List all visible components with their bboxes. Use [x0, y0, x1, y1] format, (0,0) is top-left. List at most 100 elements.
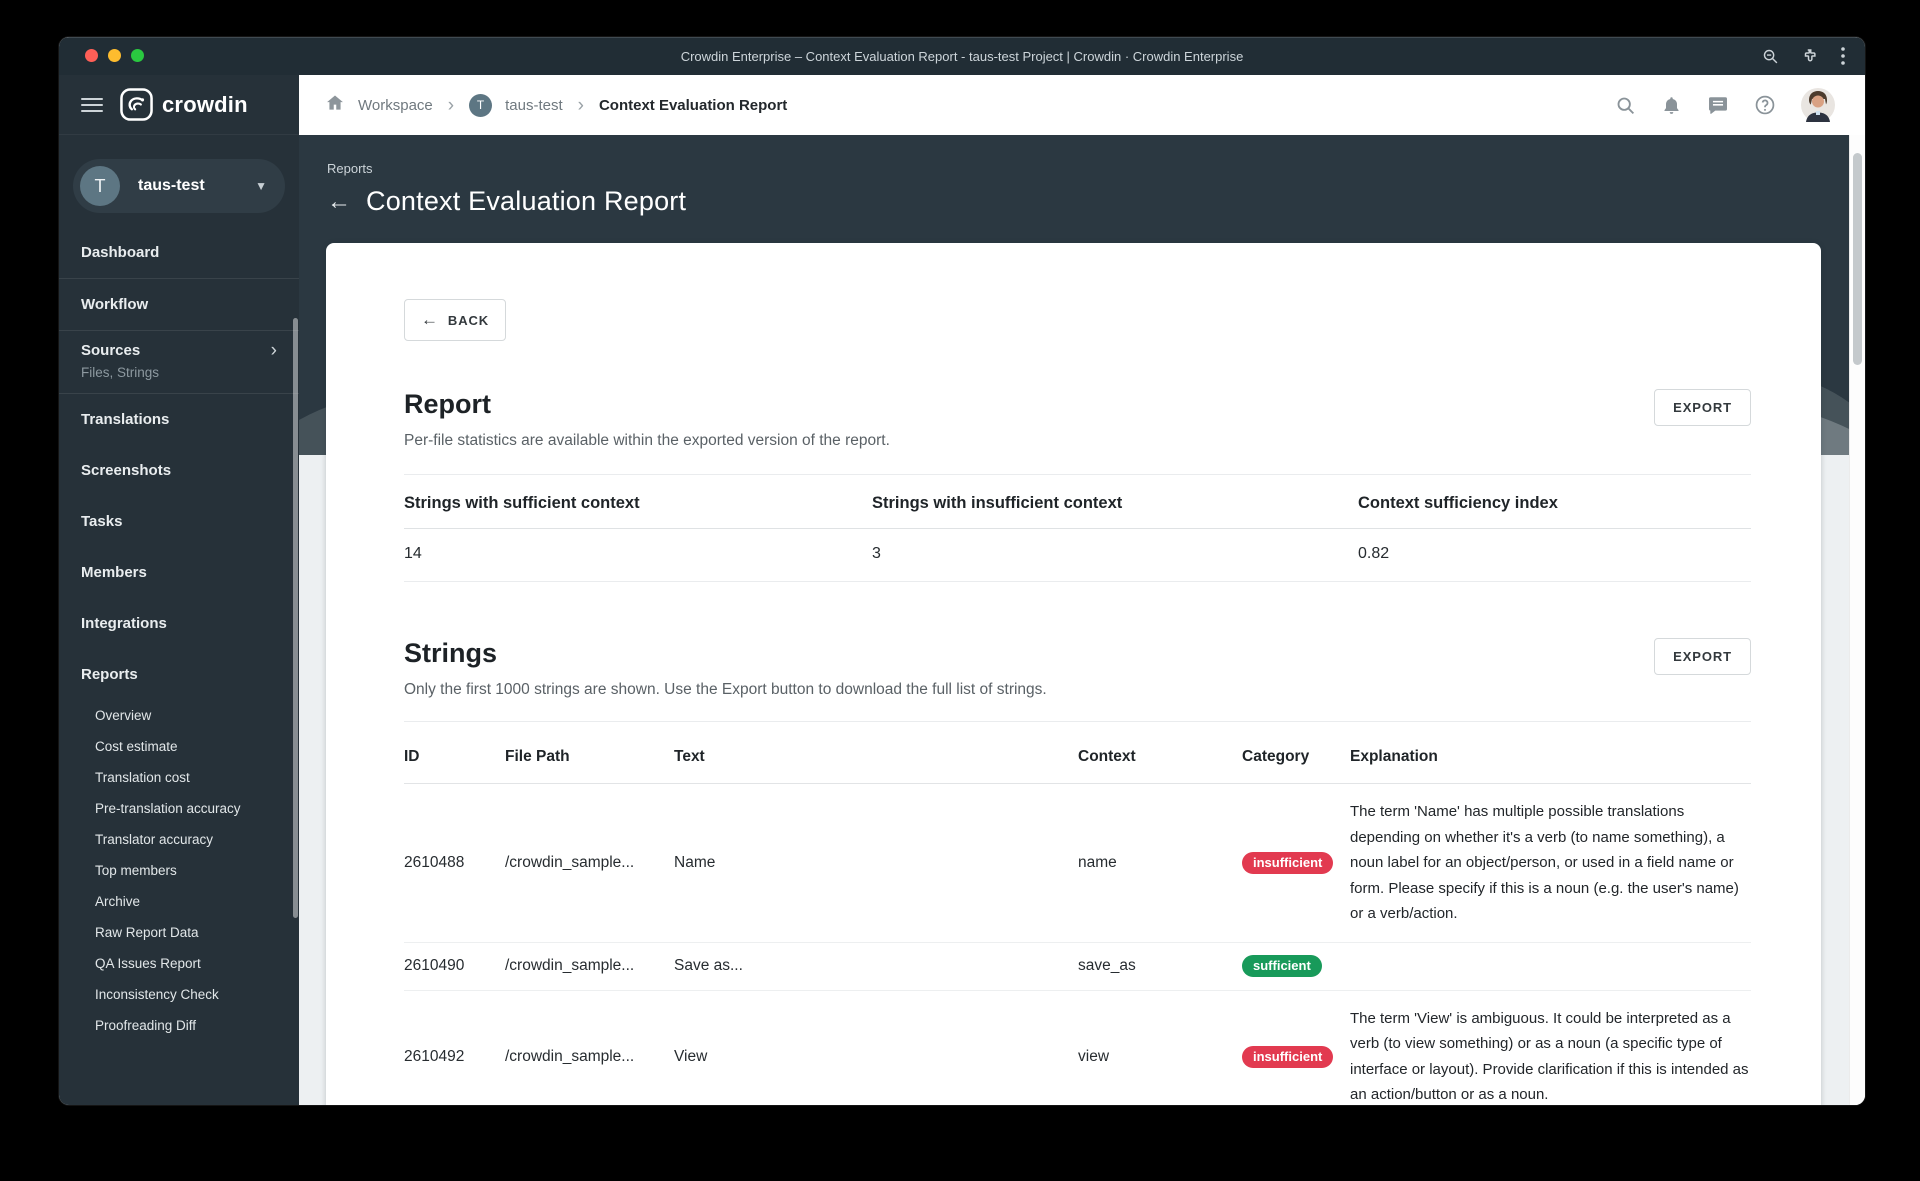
- sidebar-subitem-raw-report-data[interactable]: Raw Report Data: [59, 917, 299, 948]
- sidebar-subitem-overview[interactable]: Overview: [59, 700, 299, 731]
- minimize-window-button[interactable]: [108, 49, 121, 62]
- project-name: taus-test: [138, 177, 205, 194]
- zoom-out-icon[interactable]: [1762, 48, 1779, 65]
- hamburger-menu-icon[interactable]: [81, 97, 103, 112]
- strings-section-header: Strings Only the first 1000 strings are …: [404, 638, 1751, 699]
- page-title: Context Evaluation Report: [366, 186, 687, 216]
- report-subtitle: Per-file statistics are available within…: [404, 432, 890, 449]
- back-arrow-icon[interactable]: ←: [327, 188, 351, 216]
- page-eyebrow: Reports: [327, 161, 373, 176]
- strings-export-button[interactable]: EXPORT: [1654, 638, 1751, 675]
- column-header-text: Text: [674, 748, 705, 765]
- cell-file-path: /crowdin_sample...: [505, 957, 635, 974]
- column-header-explanation: Explanation: [1350, 748, 1438, 765]
- sidebar-scrollbar[interactable]: [293, 318, 298, 918]
- sidebar-subitem-top-members[interactable]: Top members: [59, 855, 299, 886]
- chevron-right-icon: ›: [447, 94, 455, 116]
- user-avatar[interactable]: [1801, 88, 1835, 122]
- sidebar-item-workflow[interactable]: Workflow: [59, 279, 299, 330]
- help-icon[interactable]: [1754, 94, 1776, 116]
- sidebar-subitem-qa-issues-report[interactable]: QA Issues Report: [59, 948, 299, 979]
- maximize-window-button[interactable]: [131, 49, 144, 62]
- page-scrollbar[interactable]: [1849, 135, 1865, 1105]
- page-area: Reports ← Context Evaluation Report ← BA…: [299, 135, 1865, 1105]
- page-header: Reports ← Context Evaluation Report: [327, 161, 686, 217]
- project-avatar: T: [80, 166, 120, 206]
- report-stats-table: Strings with sufficient context Strings w…: [404, 474, 1751, 582]
- strings-heading: Strings: [404, 638, 498, 668]
- browser-window: Crowdin Enterprise – Context Evaluation …: [59, 37, 1865, 1105]
- sidebar-subitem-inconsistency-check[interactable]: Inconsistency Check: [59, 979, 299, 1010]
- home-icon[interactable]: [325, 93, 345, 117]
- sidebar-item-translations[interactable]: Translations: [59, 394, 299, 445]
- titlebar: Crowdin Enterprise – Context Evaluation …: [59, 37, 1865, 75]
- report-heading: Report: [404, 389, 491, 419]
- sidebar-subitem-translation-cost[interactable]: Translation cost: [59, 762, 299, 793]
- cell-category: sufficient: [1242, 955, 1350, 977]
- sidebar-subitem-cost-estimate[interactable]: Cost estimate: [59, 731, 299, 762]
- stats-value: 14: [404, 545, 422, 562]
- chevron-right-icon: ›: [577, 94, 584, 116]
- page-scrollbar-thumb[interactable]: [1853, 153, 1862, 365]
- column-header-id: ID: [404, 748, 420, 765]
- table-row: 2610488/crowdin_sample... Name name insuffi…: [404, 784, 1751, 943]
- messages-icon[interactable]: [1707, 94, 1729, 116]
- breadcrumb-project[interactable]: taus-test: [505, 97, 563, 114]
- sidebar-subitem-translator-accuracy[interactable]: Translator accuracy: [59, 824, 299, 855]
- sidebar-item-members[interactable]: Members: [59, 547, 299, 598]
- sidebar-item-dashboard[interactable]: Dashboard: [59, 227, 299, 278]
- chevron-right-icon: ›: [270, 340, 277, 361]
- sidebar-header: crowdin: [59, 75, 299, 135]
- column-header-category: Category: [1242, 748, 1310, 765]
- cell-explanation: The term 'View' is ambiguous. It could b…: [1350, 1009, 1749, 1104]
- cell-text: Name: [674, 853, 716, 871]
- notifications-bell-icon[interactable]: [1661, 95, 1682, 116]
- sidebar-item-integrations[interactable]: Integrations: [59, 598, 299, 649]
- breadcrumb-current: Context Evaluation Report: [598, 96, 788, 114]
- cell-context: name: [1078, 853, 1117, 871]
- sidebar-subitem-archive[interactable]: Archive: [59, 886, 299, 917]
- report-export-button[interactable]: EXPORT: [1654, 389, 1751, 426]
- sidebar-item-subtitle: Files, Strings: [81, 365, 160, 380]
- strings-rows: 2610488/crowdin_sample... Name name insuffi…: [404, 784, 1751, 1105]
- crowdin-wordmark: crowdin: [162, 91, 248, 117]
- crowdin-logo[interactable]: crowdin: [120, 88, 248, 121]
- sidebar-item-label: Integrations: [81, 615, 167, 632]
- kebab-menu-icon[interactable]: [1841, 47, 1845, 65]
- sidebar-item-label: Reports: [81, 666, 138, 683]
- column-header-file-path: File Path: [505, 748, 570, 765]
- sidebar-item-tasks[interactable]: Tasks: [59, 496, 299, 547]
- sidebar-item-label: Translations: [81, 411, 170, 428]
- category-badge: insufficient: [1242, 851, 1334, 874]
- cell-category: insufficient: [1242, 1045, 1350, 1068]
- column-header-context: Context: [1078, 748, 1136, 765]
- sidebar-subitem-pre-translation-accuracy[interactable]: Pre-translation accuracy: [59, 793, 299, 824]
- cell-id: 2610492: [404, 1047, 465, 1065]
- crowdin-logo-icon: [120, 88, 153, 121]
- sidebar-item-reports[interactable]: Reports: [59, 649, 299, 700]
- topbar: Workspace › T taus-test › Context Evalua…: [299, 75, 1865, 135]
- search-icon[interactable]: [1615, 95, 1636, 116]
- cell-file-path: /crowdin_sample...: [505, 853, 635, 871]
- back-button[interactable]: ← BACK: [404, 299, 507, 341]
- window-title: Crowdin Enterprise – Context Evaluation …: [680, 48, 1244, 64]
- sidebar-item-sources[interactable]: Sources › Files, Strings: [59, 331, 299, 393]
- project-switcher[interactable]: T taus-test ▼: [73, 159, 285, 213]
- category-badge: insufficient: [1242, 1045, 1334, 1068]
- sidebar-item-label: Screenshots: [81, 462, 172, 479]
- cell-context: save_as: [1078, 957, 1136, 974]
- traffic-lights: [85, 49, 144, 62]
- sidebar-item-label: Dashboard: [81, 244, 160, 261]
- stats-value-row: 14 3 0.82: [404, 529, 1751, 582]
- close-window-button[interactable]: [85, 49, 98, 62]
- breadcrumb-workspace[interactable]: Workspace: [358, 97, 433, 114]
- table-row: 2610490/crowdin_sample... Save as... save_…: [404, 943, 1751, 991]
- cell-explanation: The term 'Name' has multiple possible tr…: [1350, 803, 1739, 922]
- cell-id: 2610488: [404, 853, 465, 871]
- sidebar-item-screenshots[interactable]: Screenshots: [59, 445, 299, 496]
- sidebar-item-label: Sources: [81, 342, 141, 359]
- extensions-icon[interactable]: [1801, 47, 1819, 65]
- cell-text: Save as...: [674, 957, 743, 974]
- category-badge: sufficient: [1242, 955, 1322, 977]
- sidebar-subitem-proofreading-diff[interactable]: Proofreading Diff: [59, 1010, 299, 1041]
